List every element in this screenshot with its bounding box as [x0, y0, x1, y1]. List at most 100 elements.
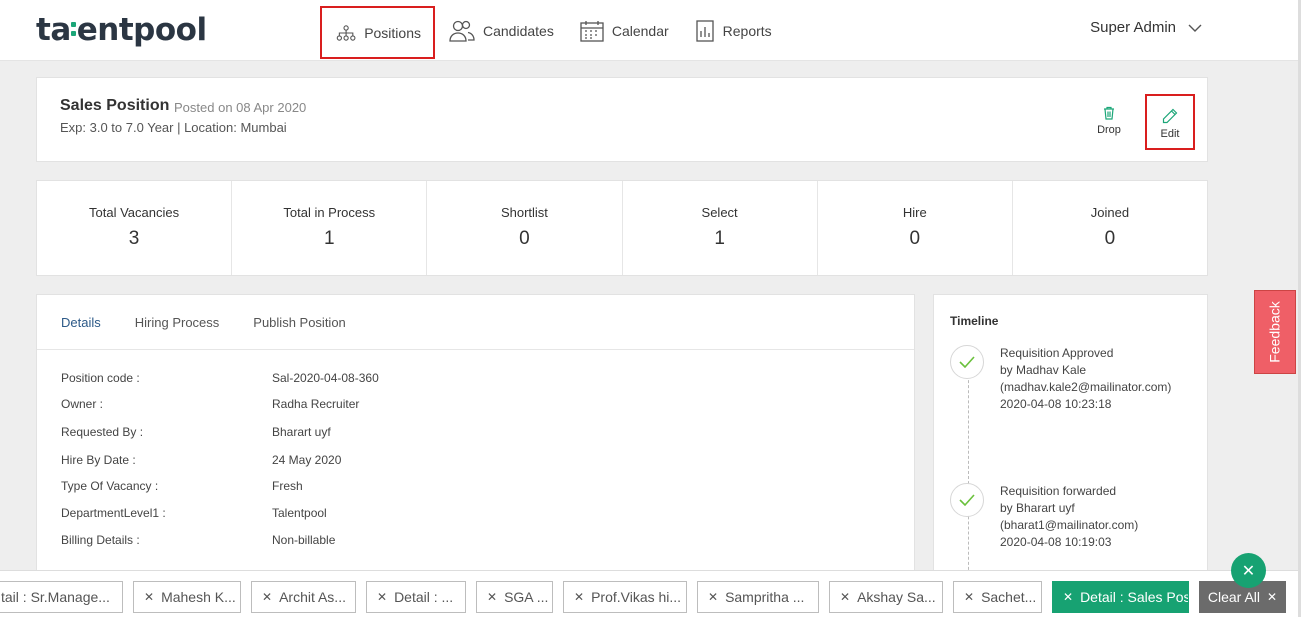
tab-label: Detail : Sales Posi	[1080, 589, 1189, 605]
position-summary-card: Sales Position Posted on 08 Apr 2020 Exp…	[36, 77, 1208, 162]
open-tab[interactable]: ✕ SGA ...	[476, 581, 553, 613]
detail-key: Hire By Date :	[61, 453, 136, 467]
close-icon[interactable]: ✕	[262, 590, 272, 604]
check-icon	[950, 483, 984, 517]
tab-label: SGA ...	[504, 589, 549, 605]
position-title: Sales Position	[60, 97, 170, 114]
timeline-email: (bharat1@mailinator.com)	[1000, 518, 1139, 532]
tab-details[interactable]: Details	[61, 315, 101, 330]
open-tab[interactable]: ✕ Sampritha ...	[697, 581, 819, 613]
stat-label: Hire	[902, 205, 927, 220]
tab-label: Sachet...	[981, 589, 1037, 605]
detail-key: Billing Details :	[61, 533, 140, 547]
chevron-down-icon	[1188, 24, 1202, 32]
edit-label: Edit	[1160, 128, 1180, 140]
detail-value: Radha Recruiter	[272, 397, 360, 411]
timeline-event: Requisition Approved	[1000, 346, 1114, 360]
top-header: taentpool Positions Candidates Calendar	[0, 0, 1298, 61]
nav-calendar[interactable]: Calendar	[568, 9, 681, 53]
stat-joined[interactable]: Joined 0	[1013, 181, 1207, 275]
close-icon[interactable]: ✕	[574, 590, 584, 604]
close-icon[interactable]: ✕	[964, 590, 974, 604]
timeline-text: Requisition Approved by Madhav Kale (mad…	[1000, 345, 1171, 413]
stats-card: Total Vacancies 3 Total in Process 1 Sho…	[36, 180, 1208, 276]
open-tab-active[interactable]: ✕ Detail : Sales Posi	[1052, 581, 1189, 613]
close-icon[interactable]: ✕	[487, 590, 497, 604]
org-chart-icon	[336, 24, 356, 41]
close-icon: ✕	[1267, 590, 1278, 604]
stat-value: 0	[1104, 228, 1116, 249]
clear-all-label: Clear All	[1207, 589, 1261, 605]
close-icon[interactable]: ✕	[144, 590, 154, 604]
open-tabs-bar: tail : Sr.Manage... ✕ Mahesh K... ✕ Archit…	[0, 570, 1298, 617]
timeline-connector	[968, 365, 969, 585]
talentpool-logo[interactable]: ta entpool	[36, 12, 207, 48]
timeline-timestamp: 2020-04-08 10:19:03	[1000, 535, 1112, 549]
trash-icon	[1104, 106, 1114, 120]
nav-positions[interactable]: Positions	[320, 6, 435, 59]
edit-button[interactable]: Edit	[1145, 94, 1195, 150]
stat-value: 0	[519, 228, 530, 249]
open-tab[interactable]: ✕ Prof.Vikas hi...	[563, 581, 687, 613]
detail-value: Sal-2020-04-08-360	[272, 371, 379, 385]
user-menu[interactable]: Super Admin	[1090, 19, 1202, 36]
nav-reports[interactable]: Reports	[683, 9, 784, 53]
tab-label: Prof.Vikas hi...	[591, 589, 682, 605]
detail-key: Position code :	[61, 371, 140, 385]
stat-select[interactable]: Select 1	[623, 181, 818, 275]
drop-button[interactable]: Drop	[1087, 106, 1131, 136]
open-tab[interactable]: tail : Sr.Manage...	[0, 581, 123, 613]
stat-hire[interactable]: Hire 0	[818, 181, 1013, 275]
detail-value: Fresh	[272, 479, 303, 493]
detail-value: Bharart uyf	[272, 425, 331, 439]
timeline-actor: by Bharart uyf	[1000, 501, 1075, 515]
timeline-title: Timeline	[950, 314, 999, 328]
main-nav: Positions Candidates Calendar Reports	[320, 0, 786, 61]
open-tab[interactable]: ✕ Sachet...	[953, 581, 1042, 613]
open-tab[interactable]: ✕ Mahesh K...	[133, 581, 241, 613]
posted-date: Posted on 08 Apr 2020	[174, 100, 307, 115]
nav-label: Reports	[722, 22, 772, 39]
position-meta: Exp: 3.0 to 7.0 Year | Location: Mumbai	[60, 120, 287, 135]
close-icon[interactable]: ✕	[377, 590, 387, 604]
tab-hiring-process[interactable]: Hiring Process	[135, 315, 220, 330]
tab-publish-position[interactable]: Publish Position	[253, 315, 346, 330]
tab-label: Akshay Sa...	[857, 589, 936, 605]
tab-label: Archit As...	[279, 589, 346, 605]
report-icon	[696, 19, 714, 42]
open-tab[interactable]: ✕ Detail : ...	[366, 581, 466, 613]
close-icon[interactable]: ✕	[708, 590, 718, 604]
open-tab[interactable]: ✕ Akshay Sa...	[829, 581, 943, 613]
stat-label: Total Vacancies	[89, 205, 180, 220]
timeline-timestamp: 2020-04-08 10:23:18	[1000, 397, 1112, 411]
nav-label: Positions	[364, 24, 421, 41]
timeline-event: Requisition forwarded	[1000, 484, 1117, 498]
nav-label: Calendar	[611, 22, 669, 39]
stat-value: 1	[323, 228, 335, 249]
pencil-icon	[1162, 108, 1178, 124]
stat-total-vacancies[interactable]: Total Vacancies 3	[37, 181, 233, 275]
detail-value: 24 May 2020	[272, 453, 342, 467]
stat-total-in-process[interactable]: Total in Process 1	[232, 181, 428, 275]
detail-key: Requested By :	[61, 425, 144, 439]
open-tab[interactable]: ✕ Archit As...	[251, 581, 356, 613]
feedback-button[interactable]: Feedback	[1254, 290, 1296, 374]
close-icon[interactable]: ✕	[1063, 590, 1073, 604]
detail-key: Owner :	[61, 397, 104, 411]
calendar-icon	[580, 20, 604, 42]
detail-key: DepartmentLevel1 :	[61, 506, 166, 520]
stat-shortlist[interactable]: Shortlist 0	[427, 181, 623, 275]
stat-value: 0	[909, 228, 921, 249]
nav-candidates[interactable]: Candidates	[437, 9, 566, 53]
feedback-label: Feedback	[1267, 301, 1284, 363]
stat-label: Joined	[1090, 205, 1130, 220]
user-name: Super Admin	[1090, 19, 1176, 36]
close-icon[interactable]: ✕	[840, 590, 850, 604]
stat-label: Select	[701, 205, 738, 220]
timeline-card: Timeline Requisition Approved by Madhav …	[933, 294, 1208, 585]
collapse-tabs-button[interactable]: ✕	[1231, 553, 1266, 588]
tab-label: Sampritha ...	[725, 589, 805, 605]
close-icon: ✕	[1241, 562, 1256, 580]
timeline-text: Requisition forwarded by Bharart uyf (bh…	[1000, 483, 1138, 551]
timeline-email: (madhav.kale2@mailinator.com)	[1000, 380, 1172, 394]
